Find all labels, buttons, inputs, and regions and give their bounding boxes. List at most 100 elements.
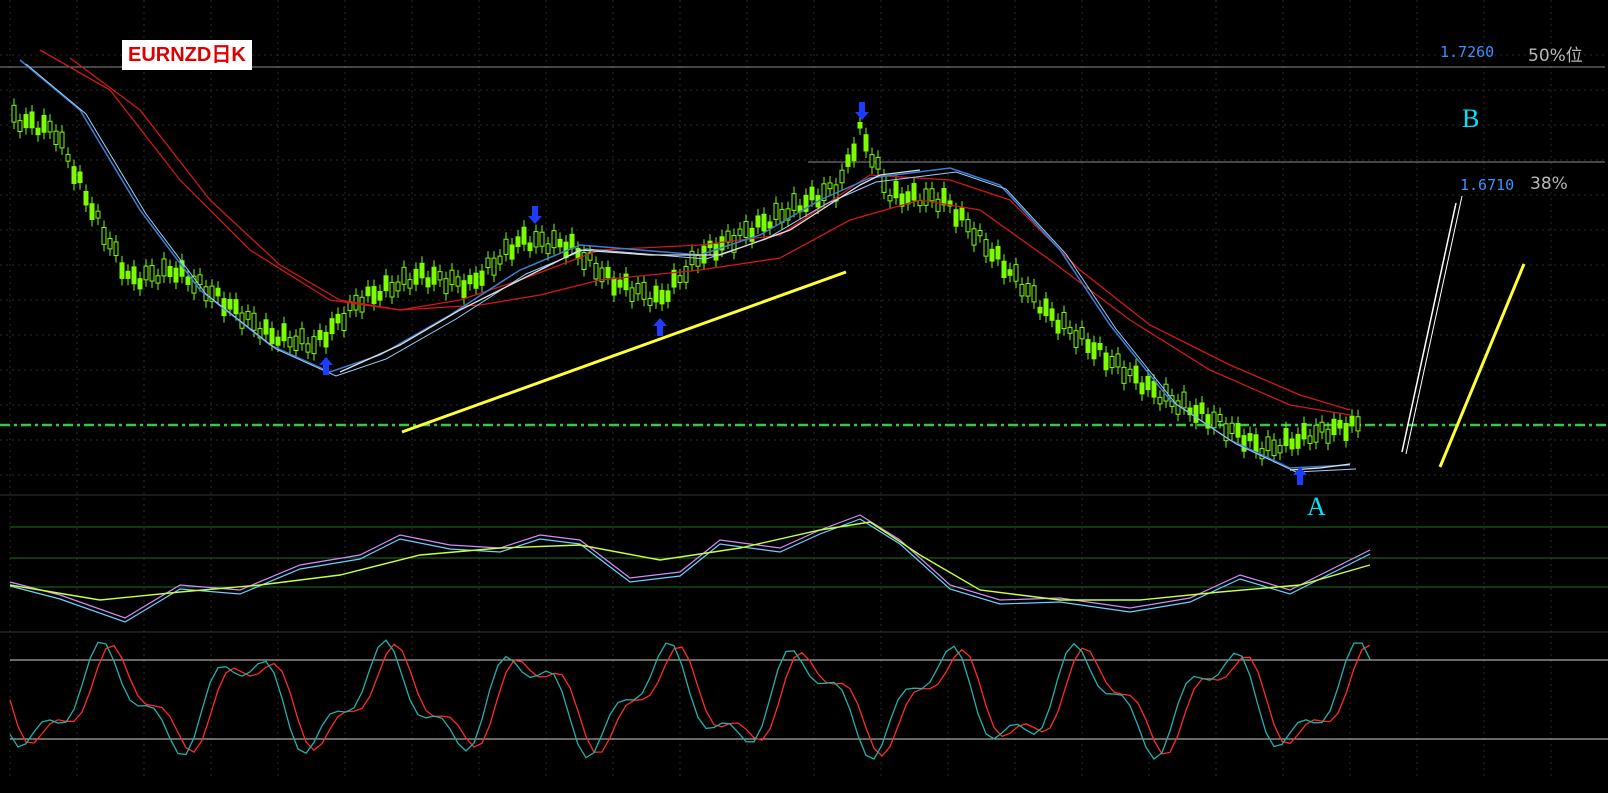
candle-body: [95, 210, 101, 219]
candle-body: [611, 277, 617, 296]
candle-body: [389, 281, 395, 298]
candle-body: [1301, 422, 1307, 440]
candle-body: [1307, 435, 1313, 444]
candle-body: [755, 215, 761, 228]
candle-body: [383, 275, 389, 292]
level-label-38: 38%: [1530, 174, 1568, 194]
candle-body: [1037, 306, 1043, 314]
candle-body: [1253, 434, 1259, 453]
candle-body: [1271, 439, 1277, 457]
candle-body: [245, 310, 251, 320]
candle-body: [1031, 285, 1037, 303]
candle-body: [1337, 419, 1343, 429]
candle-body: [1343, 423, 1349, 441]
candle-body: [1349, 415, 1355, 427]
candle-body: [1109, 356, 1115, 369]
candle-body: [917, 200, 923, 207]
panel2-main-line: [9, 639, 1371, 760]
candle-body: [17, 120, 23, 133]
candle-body: [1049, 308, 1055, 321]
candle-body: [1085, 339, 1091, 353]
candle-body: [29, 111, 35, 129]
candle-body: [1133, 365, 1139, 384]
candle-body: [269, 328, 275, 345]
candle-body: [155, 275, 161, 284]
candle-body: [293, 335, 299, 352]
candle-body: [1229, 422, 1235, 435]
candle-body: [509, 244, 515, 260]
candle-body: [1283, 428, 1289, 447]
candle-body: [971, 228, 977, 246]
candle-body: [1007, 269, 1013, 276]
candle-body: [929, 188, 935, 202]
candle-body: [827, 182, 833, 190]
candle-body: [1151, 380, 1157, 398]
candle-body: [641, 281, 647, 300]
candle-body: [425, 277, 431, 288]
candle-body: [335, 313, 341, 324]
candle-body: [287, 337, 293, 348]
candle-body: [251, 312, 257, 331]
candle-body: [845, 154, 851, 167]
candle-body: [1019, 283, 1025, 297]
candle-body: [1295, 433, 1301, 449]
ma-red-upper: [69, 57, 1351, 411]
candle-body: [1043, 298, 1049, 317]
candle-body: [1217, 414, 1223, 422]
candle-body: [959, 207, 965, 221]
candle-body: [341, 312, 347, 331]
candle-body: [377, 291, 383, 301]
candle-body: [737, 228, 743, 236]
candle-body: [395, 281, 401, 292]
candle-body: [761, 213, 767, 232]
candle-body: [653, 285, 659, 303]
candle-body: [185, 276, 191, 285]
candle-body: [677, 275, 683, 283]
projection-line-yellow: [1438, 263, 1526, 468]
candle-body: [1001, 260, 1007, 278]
candle-body: [119, 262, 125, 279]
candle-body: [659, 289, 665, 305]
candle-body: [503, 238, 509, 255]
candle-body: [1331, 418, 1337, 436]
candle-body: [215, 287, 221, 297]
candle-body: [161, 258, 167, 277]
point-a-label: A: [1307, 492, 1326, 521]
candle-body: [47, 120, 53, 133]
candle-body: [857, 122, 863, 129]
candle-body: [83, 191, 89, 206]
candle-body: [635, 282, 641, 295]
candle-body: [881, 175, 887, 193]
candle-body: [461, 280, 467, 299]
candle-body: [551, 230, 557, 249]
chart-title: EURNZD日K: [122, 40, 252, 70]
candle-body: [1115, 353, 1121, 368]
candle-body: [233, 299, 239, 315]
candle-body: [1055, 319, 1061, 334]
candle-body: [449, 269, 455, 286]
candle-body: [89, 203, 95, 220]
candle-body: [35, 127, 41, 136]
candle-body: [1355, 416, 1361, 432]
trendline-yellow: [401, 270, 847, 434]
candle-body: [485, 257, 491, 269]
candle-body: [623, 273, 629, 291]
candle-body: [413, 268, 419, 285]
candle-body: [953, 209, 959, 227]
candle-body: [317, 329, 323, 341]
candle-body: [1313, 424, 1319, 443]
candle-body: [1265, 436, 1271, 452]
candle-body: [905, 191, 911, 205]
candle-body: [1175, 400, 1181, 415]
candle-body: [431, 266, 437, 285]
candle-body: [923, 188, 929, 206]
candle-body: [401, 266, 407, 285]
point-b-label: B: [1462, 104, 1480, 133]
candle-body: [995, 246, 1001, 260]
candle-body: [1157, 396, 1163, 405]
candle-body: [941, 188, 947, 206]
candle-body: [1247, 433, 1253, 442]
arrow-down-icon: [528, 206, 542, 224]
candle-body: [263, 319, 269, 335]
candle-body: [77, 171, 83, 184]
